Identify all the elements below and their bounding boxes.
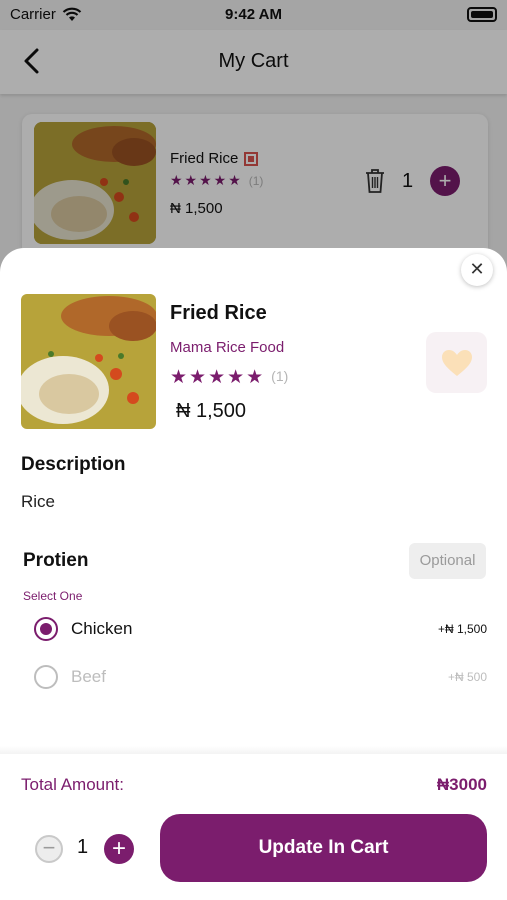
rating-count: (1) bbox=[271, 368, 289, 384]
favorite-button[interactable] bbox=[426, 332, 487, 393]
plus-button[interactable]: + bbox=[104, 834, 134, 864]
product-image bbox=[21, 294, 156, 429]
option-beef[interactable]: Beef +₦ 500 bbox=[34, 662, 487, 692]
rating-stars: ★★★★★ bbox=[170, 367, 266, 388]
product-rating: ★★★★★ (1) bbox=[170, 366, 288, 389]
product-name: Fried Rice bbox=[170, 302, 267, 324]
optional-badge: Optional bbox=[409, 543, 486, 579]
quantity-value: 1 bbox=[77, 836, 89, 858]
total-value: ₦3000 bbox=[436, 775, 487, 794]
heart-icon bbox=[441, 349, 472, 376]
close-button[interactable]: ✕ bbox=[461, 254, 493, 286]
update-in-cart-button[interactable]: Update In Cart bbox=[160, 814, 487, 882]
select-hint: Select One bbox=[23, 589, 83, 603]
option-price: +₦ 500 bbox=[447, 670, 487, 684]
total-label: Total Amount: bbox=[21, 775, 125, 794]
vendor-name[interactable]: Mama Rice Food bbox=[170, 339, 284, 356]
product-bottom-sheet: ✕ Fried Rice Mama Rice Food ★★★★★ (1) ₦ 1… bbox=[0, 248, 507, 900]
description-text: Rice bbox=[21, 492, 56, 511]
option-label: Beef bbox=[71, 667, 106, 686]
minus-button[interactable]: − bbox=[35, 835, 63, 863]
sheet-footer: Total Amount: ₦3000 − 1 + Update In Cart bbox=[0, 754, 507, 900]
description-title: Description bbox=[21, 454, 126, 475]
option-price: +₦ 1,500 bbox=[437, 622, 487, 636]
product-price: ₦ 1,500 bbox=[176, 400, 247, 422]
option-chicken[interactable]: Chicken +₦ 1,500 bbox=[34, 614, 487, 644]
radio-unselected[interactable] bbox=[34, 665, 58, 689]
protein-section-title: Protien bbox=[23, 550, 89, 571]
footer-divider bbox=[0, 746, 507, 754]
radio-selected[interactable] bbox=[34, 617, 58, 641]
option-label: Chicken bbox=[71, 619, 133, 638]
